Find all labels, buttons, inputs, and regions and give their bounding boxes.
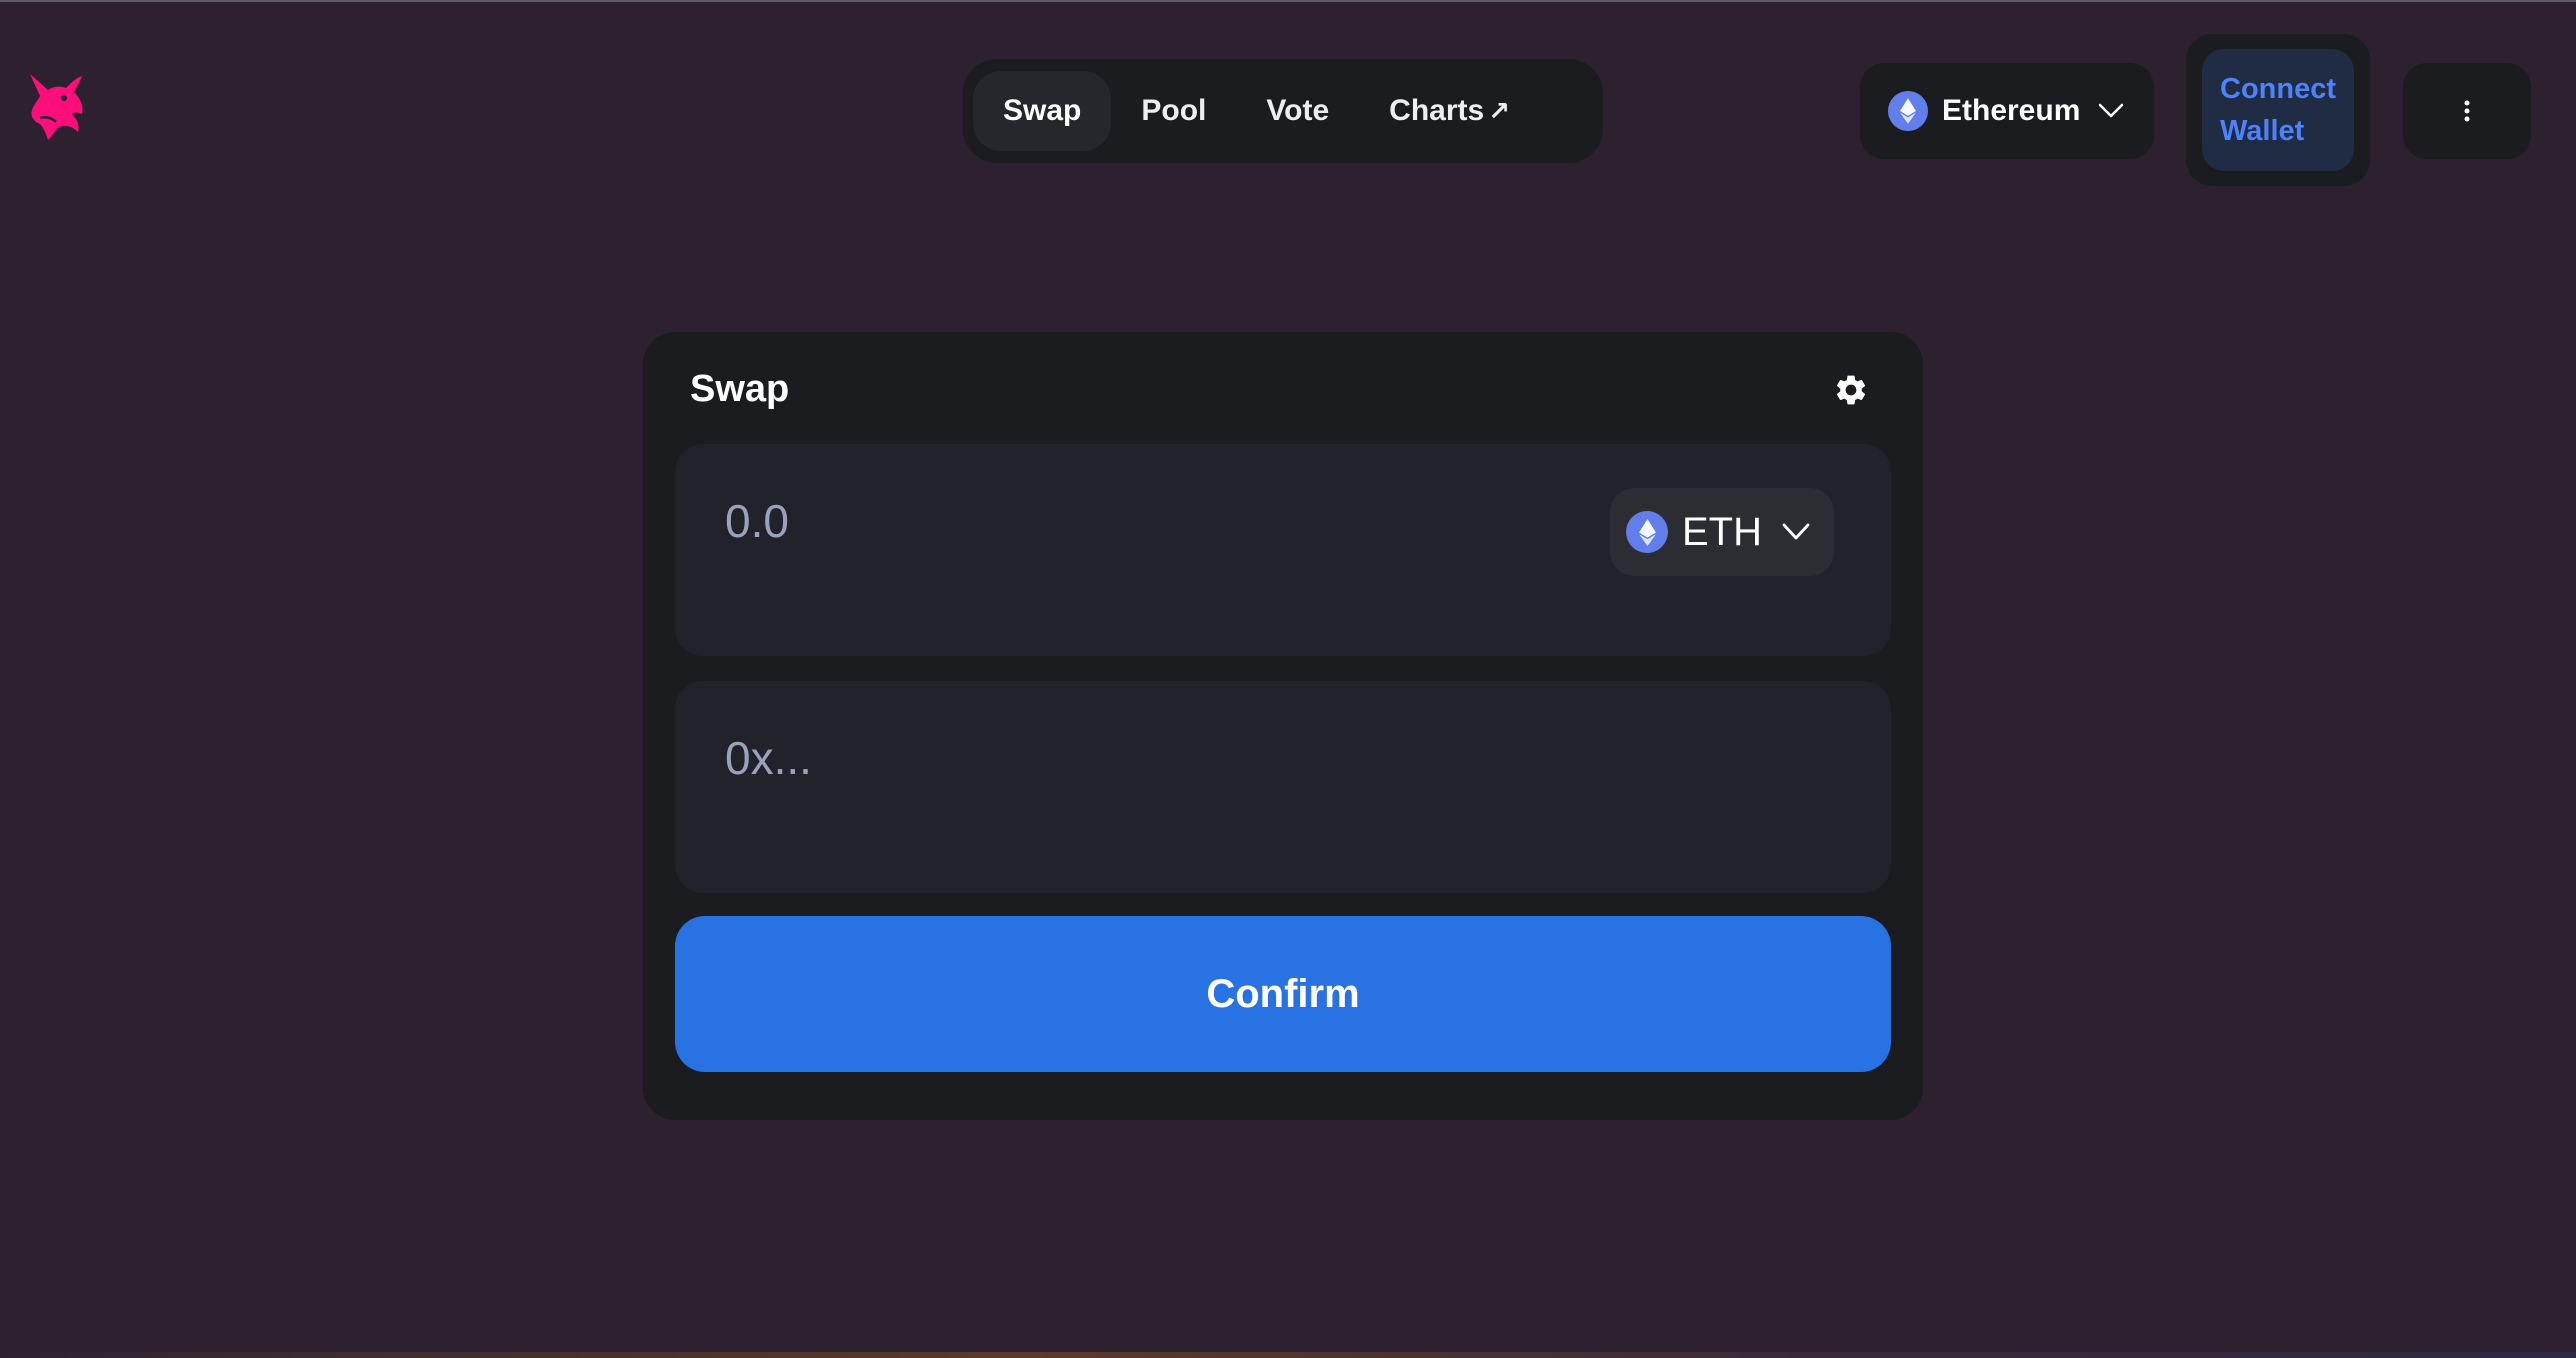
settings-button[interactable] [1833, 372, 1869, 408]
swap-card: Swap ETH [643, 332, 1923, 1120]
nav-tab-vote[interactable]: Vote [1236, 71, 1359, 151]
gear-icon [1836, 375, 1866, 405]
connect-wallet-button[interactable]: Connect Wallet [2202, 49, 2354, 171]
amount-panel: ETH [675, 444, 1891, 656]
more-menu-button[interactable] [2403, 63, 2531, 159]
nav-tab-label: Charts [1389, 94, 1485, 127]
window-top-border [0, 0, 2576, 2]
token-selector[interactable]: ETH [1610, 488, 1834, 576]
connect-wallet-container: Connect Wallet [2186, 34, 2370, 186]
nav-tab-swap[interactable]: Swap [973, 71, 1112, 151]
main-nav: Swap Pool Vote Charts ↗ [963, 59, 1603, 163]
bottom-edge-strip [0, 1352, 2576, 1358]
uniswap-unicorn-logo-icon[interactable] [26, 72, 88, 142]
more-vertical-icon [2464, 100, 2470, 122]
nav-tab-charts[interactable]: Charts ↗ [1359, 71, 1540, 151]
page: Swap Pool Vote Charts ↗ Ethereum Connect… [0, 0, 2576, 1358]
swap-card-title: Swap [690, 368, 790, 410]
chevron-down-icon [2099, 103, 2124, 118]
external-link-icon: ↗ [1488, 95, 1510, 126]
nav-tab-label: Vote [1266, 94, 1330, 127]
chevron-down-icon [1782, 523, 1810, 540]
confirm-button[interactable]: Confirm [675, 916, 1891, 1072]
nav-tab-label: Swap [1003, 94, 1082, 127]
ethereum-icon [1626, 511, 1668, 553]
ethereum-icon [1888, 91, 1928, 131]
recipient-panel [675, 681, 1891, 893]
recipient-address-input[interactable] [725, 723, 1525, 793]
amount-input[interactable] [725, 486, 1525, 556]
nav-tab-pool[interactable]: Pool [1111, 71, 1236, 151]
nav-tab-label: Pool [1141, 94, 1207, 127]
network-label: Ethereum [1942, 94, 2081, 127]
token-symbol: ETH [1682, 509, 1762, 554]
network-selector[interactable]: Ethereum [1860, 63, 2154, 159]
